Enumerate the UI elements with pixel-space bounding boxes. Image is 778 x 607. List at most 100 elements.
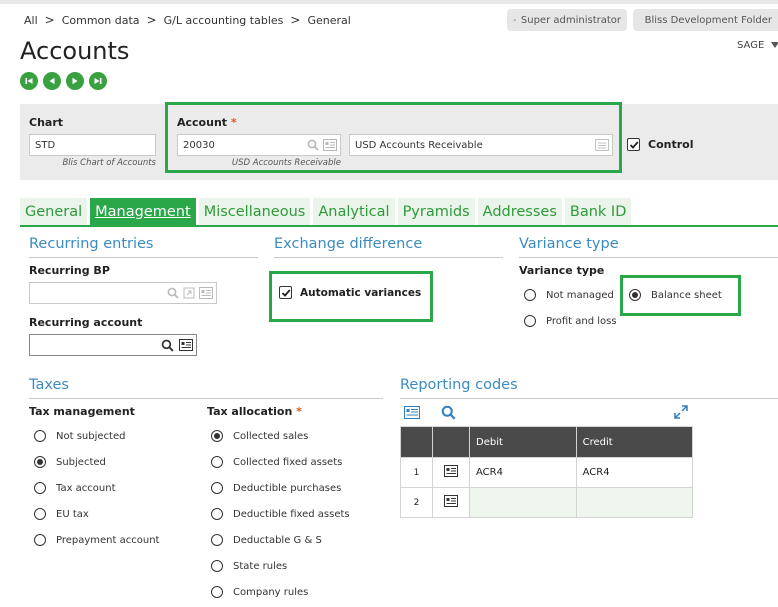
- chevron-right-icon: >: [44, 13, 55, 27]
- expand-icon[interactable]: [674, 405, 688, 422]
- folder-name: Bliss Development Folder: [644, 14, 772, 26]
- radio-icon: [34, 482, 46, 494]
- tab-analytical[interactable]: Analytical: [313, 198, 395, 225]
- next-icon: [72, 77, 78, 85]
- radio-icon: [34, 508, 46, 520]
- radio-collected-sales[interactable]: Collected sales: [211, 430, 308, 442]
- account-field-actions: [307, 139, 337, 151]
- required-marker: *: [230, 116, 237, 129]
- account-label: Account *: [177, 116, 237, 129]
- previous-icon: [49, 77, 55, 85]
- radio-profit-and-loss[interactable]: Profit and loss: [524, 315, 617, 327]
- recurring-section-title: Recurring entries: [29, 236, 154, 252]
- radio-not-subjected[interactable]: Not subjected: [34, 430, 125, 442]
- table-row: 2: [400, 487, 694, 518]
- chart-input[interactable]: STD: [29, 134, 156, 156]
- column-header-credit[interactable]: Credit: [575, 426, 694, 458]
- credit-cell[interactable]: [575, 487, 694, 518]
- taxes-section-title: Taxes: [29, 377, 69, 393]
- recurring-bp-input[interactable]: [29, 282, 217, 304]
- chart-value: STD: [35, 139, 56, 151]
- recurring-bp-label: Recurring BP: [29, 264, 110, 277]
- column-header-debit[interactable]: Debit: [469, 426, 577, 458]
- tab-bar: General Management Miscellaneous Analyti…: [20, 198, 632, 225]
- radio-not-managed[interactable]: Not managed: [524, 289, 614, 301]
- row-number: 1: [400, 457, 433, 488]
- search-icon[interactable]: [307, 139, 319, 151]
- detail-icon[interactable]: [179, 339, 193, 351]
- breadcrumb-item[interactable]: General: [307, 14, 350, 27]
- row-detail-button[interactable]: [432, 487, 470, 518]
- radio-label: Subjected: [56, 456, 106, 468]
- radio-icon: [524, 315, 536, 327]
- tab-management[interactable]: Management: [90, 198, 196, 225]
- radio-icon: [629, 289, 641, 301]
- recurring-account-label: Recurring account: [29, 316, 143, 329]
- tab-miscellaneous[interactable]: Miscellaneous: [198, 198, 311, 225]
- radio-deductible-fixed-assets[interactable]: Deductible fixed assets: [211, 508, 350, 520]
- breadcrumb-item[interactable]: G/L accounting tables: [164, 14, 284, 27]
- chart-label: Chart: [29, 116, 64, 129]
- detail-icon[interactable]: [199, 287, 213, 299]
- search-icon[interactable]: [161, 339, 174, 352]
- tab-general[interactable]: General: [20, 198, 88, 225]
- link-icon[interactable]: [183, 287, 195, 299]
- page-title: Accounts: [20, 37, 130, 65]
- translate-icon[interactable]: [595, 139, 609, 151]
- radio-label: Deductible purchases: [233, 482, 342, 494]
- last-icon: [94, 78, 102, 84]
- account-name-input[interactable]: USD Accounts Receivable: [349, 134, 613, 156]
- list-view-icon[interactable]: [404, 406, 420, 422]
- key-icon: [513, 18, 516, 21]
- tab-addresses[interactable]: Addresses: [477, 198, 562, 225]
- last-record-button[interactable]: [89, 72, 107, 90]
- next-record-button[interactable]: [66, 72, 84, 90]
- debit-cell[interactable]: ACR4: [469, 457, 577, 488]
- radio-company-rules[interactable]: Company rules: [211, 586, 308, 598]
- plug-icon: [639, 19, 640, 21]
- section-divider: [274, 257, 503, 258]
- radio-collected-fixed-assets[interactable]: Collected fixed assets: [211, 456, 342, 468]
- debit-cell[interactable]: [469, 487, 577, 518]
- detail-icon: [444, 465, 458, 477]
- chart-description: Blis Chart of Accounts: [62, 158, 156, 168]
- tab-underline: [20, 225, 778, 227]
- exchange-section-title: Exchange difference: [274, 236, 423, 252]
- account-input[interactable]: 20030: [177, 134, 341, 156]
- radio-tax-account[interactable]: Tax account: [34, 482, 116, 494]
- first-record-button[interactable]: [20, 72, 38, 90]
- radio-balance-sheet[interactable]: Balance sheet: [629, 289, 722, 301]
- control-checkbox[interactable]: Control: [627, 138, 693, 151]
- detail-icon[interactable]: [323, 139, 337, 151]
- radio-subjected[interactable]: Subjected: [34, 456, 106, 468]
- search-icon[interactable]: [441, 405, 456, 423]
- radio-label: Balance sheet: [651, 289, 722, 301]
- checkmark-icon: [279, 286, 292, 299]
- search-icon[interactable]: [167, 287, 179, 299]
- user-button[interactable]: Super administrator: [507, 9, 627, 31]
- breadcrumb-item[interactable]: All: [24, 14, 38, 27]
- breadcrumb-item[interactable]: Common data: [62, 14, 140, 27]
- row-action-header: [432, 426, 470, 458]
- folder-button[interactable]: Bliss Development Folder: [633, 9, 778, 31]
- required-marker: *: [296, 405, 302, 418]
- checkmark-icon: [627, 138, 640, 151]
- sage-menu[interactable]: SAGE: [737, 40, 778, 51]
- radio-deductible-purchases[interactable]: Deductible purchases: [211, 482, 341, 494]
- automatic-variances-label: Automatic variances: [300, 286, 422, 299]
- tab-bank-id[interactable]: Bank ID: [564, 198, 632, 225]
- credit-cell[interactable]: ACR4: [575, 457, 694, 488]
- radio-icon: [34, 534, 46, 546]
- row-detail-button[interactable]: [432, 457, 470, 488]
- radio-label: Deductible fixed assets: [233, 508, 350, 520]
- recurring-account-input[interactable]: [29, 334, 197, 356]
- automatic-variances-checkbox[interactable]: Automatic variances: [279, 286, 421, 299]
- variance-section-title: Variance type: [519, 236, 619, 252]
- previous-record-button[interactable]: [43, 72, 61, 90]
- chevron-right-icon: >: [290, 13, 301, 27]
- tab-pyramids[interactable]: Pyramids: [397, 198, 475, 225]
- radio-deductable-g-s[interactable]: Deductable G & S: [211, 534, 322, 546]
- radio-prepayment-account[interactable]: Prepayment account: [34, 534, 159, 546]
- radio-eu-tax[interactable]: EU tax: [34, 508, 89, 520]
- radio-state-rules[interactable]: State rules: [211, 560, 287, 572]
